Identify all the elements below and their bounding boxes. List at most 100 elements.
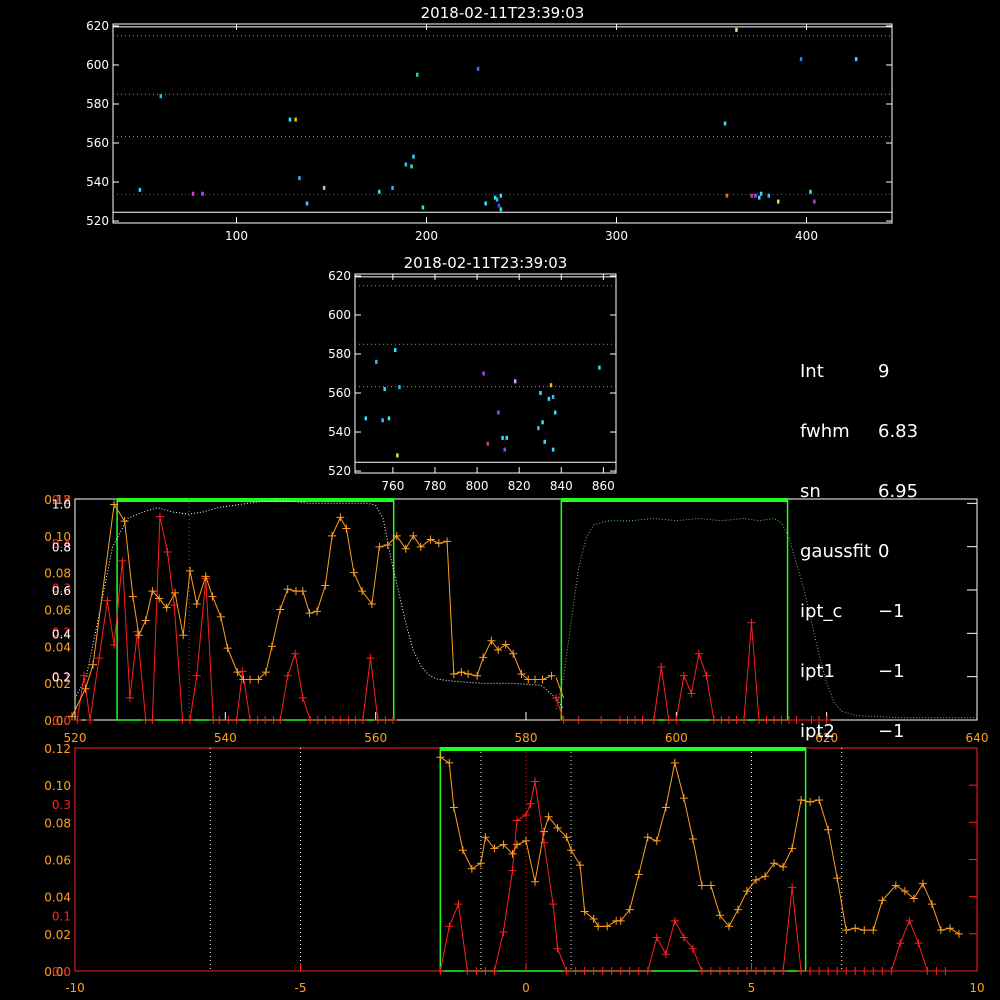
panel1-xtick-label: 200	[415, 229, 438, 243]
panel4-red-point	[842, 967, 851, 975]
panel1-point	[476, 66, 480, 71]
panel4-xtick-label: 0	[522, 981, 530, 995]
panel1-point	[404, 162, 408, 167]
panel3-orange-point	[547, 671, 556, 680]
panel2-point	[537, 426, 540, 431]
panel4-red-point	[932, 967, 941, 975]
panel3-orange-point	[134, 631, 143, 640]
panel3-red-series-b	[555, 622, 827, 721]
panel3-window-box	[560, 498, 789, 721]
panel3-red-point	[238, 667, 247, 676]
panel3-red-point-b	[694, 649, 703, 658]
panel4-ytick-orange: 0.08	[44, 816, 71, 830]
panel2-frame	[354, 273, 617, 474]
panel1-point	[813, 199, 816, 204]
panel1-point	[410, 164, 413, 169]
panel4-red-point	[481, 967, 490, 975]
panel2-ytick-label: 600	[328, 308, 351, 322]
panel2-ytick-label: 520	[328, 464, 351, 478]
panel4-red-point	[508, 866, 517, 875]
panel1-frame	[112, 23, 893, 224]
panel2-point	[497, 410, 500, 415]
panel4-orange-point	[445, 758, 454, 767]
panel3-red-point	[148, 716, 157, 724]
panel1-point	[759, 191, 763, 196]
panel3-orange-point	[416, 542, 425, 551]
panel4-ytick-red: 0.0	[52, 965, 71, 979]
panel3-orange-point	[531, 675, 540, 684]
panel1-point	[754, 193, 757, 198]
info-fwhm-label: fwhm	[800, 421, 850, 442]
panel3-red-point	[253, 716, 262, 724]
info-ipt2: ipt2 −1	[800, 722, 918, 742]
panel4-orange-point	[927, 900, 936, 909]
panel3-ytick-white: 0.8	[52, 541, 71, 555]
panel3-orange-point	[201, 572, 210, 581]
panel4-orange-point	[833, 874, 842, 883]
panel4-red-point	[724, 967, 733, 975]
panel3-red-point-b	[717, 716, 726, 724]
panel3-orange-point	[120, 517, 129, 526]
panel2-point	[539, 391, 542, 396]
info-int-value: 9	[878, 361, 890, 382]
panel3-red-point	[306, 716, 315, 724]
panel3-orange-point	[276, 605, 285, 614]
info-ipt1: ipt1 −1	[800, 662, 918, 682]
panel4-orange-point	[860, 926, 869, 935]
panel4-red-point	[445, 922, 454, 931]
panel3-orange-point	[367, 599, 376, 608]
panel3-red-point	[232, 716, 241, 724]
info-ipt1-value: −1	[878, 661, 905, 682]
panel3-xtick-label: 580	[515, 731, 538, 745]
panel2-title: 2018-02-11T23:39:03	[404, 254, 568, 272]
panel2-point	[398, 385, 401, 390]
panel4-orange-point	[954, 929, 963, 938]
panel3-red-point-b	[664, 716, 673, 724]
panel2-point	[364, 416, 368, 421]
panel3-orange-point	[216, 612, 225, 621]
panel3-red-point-b	[732, 716, 741, 724]
panel3-orange-point	[479, 653, 488, 662]
panel3-orange-series	[71, 503, 552, 717]
panel4-red-point	[526, 799, 535, 808]
panel3-red-point	[283, 671, 292, 680]
panel2-ytick-label: 620	[328, 269, 351, 283]
panel4-orange-point	[458, 846, 467, 855]
panel2-point	[543, 439, 546, 444]
panel4-red-point	[697, 967, 706, 975]
panel1-ytick-label: 620	[86, 19, 109, 33]
panel1-point	[499, 207, 503, 212]
panel1-xtick-label: 400	[795, 229, 818, 243]
panel1-point	[298, 176, 301, 181]
panel2-point	[551, 447, 555, 452]
panel4-red-point	[512, 816, 521, 825]
panel3-orange-point	[426, 535, 435, 544]
panel4-red-point	[499, 927, 508, 936]
panel4-orange-point	[706, 881, 715, 890]
panel3-red-point	[298, 693, 307, 702]
panel2-xtick-label: 780	[424, 479, 447, 493]
panel4-red-point	[607, 967, 616, 975]
info-ipt2-label: ipt2	[800, 721, 835, 742]
panel3-red-point-b	[630, 716, 639, 724]
panel3-red-point-b	[638, 716, 647, 724]
panel3-orange-point	[298, 587, 307, 596]
panel3-red-point	[291, 649, 300, 658]
panel3-red-point-b	[657, 662, 666, 671]
panel3-red-point-b	[649, 716, 658, 724]
panel1-ytick-label: 560	[86, 136, 109, 150]
panel1-title: 2018-02-11T23:39:03	[421, 4, 585, 22]
panel4-orange-point	[567, 846, 576, 855]
panel4-orange-point	[540, 827, 549, 836]
panel4-orange-point	[806, 797, 815, 806]
panel4-orange-point	[449, 803, 458, 812]
panel2-xtick-label: 820	[508, 479, 531, 493]
panel4-red-point	[463, 967, 472, 975]
panel3-orange-point	[434, 539, 443, 548]
panel3-xtick-label: 560	[364, 731, 387, 745]
panel3-orange-point	[267, 642, 276, 651]
panel3-red-point	[276, 716, 285, 724]
panel3-red-point	[186, 716, 195, 724]
panel1-point	[322, 185, 326, 190]
panel3-orange-point	[283, 585, 292, 594]
